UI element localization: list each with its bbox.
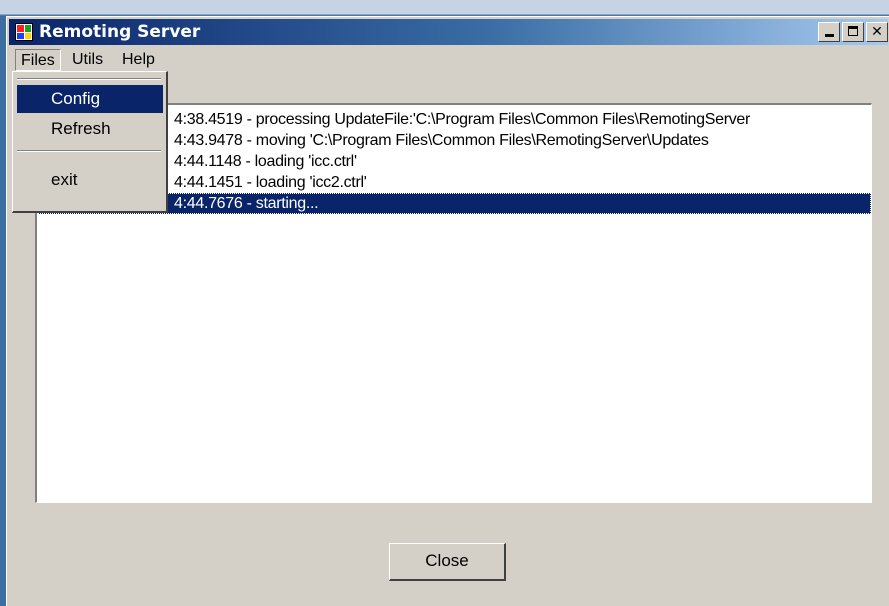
maximize-button[interactable] — [842, 22, 864, 42]
close-icon: ✕ — [871, 24, 883, 40]
menu-bar: Files Utils Help — [9, 47, 888, 73]
menu-item-config[interactable]: Config — [17, 85, 163, 113]
app-icon[interactable] — [15, 23, 33, 41]
menu-item-refresh[interactable]: Refresh — [17, 115, 163, 143]
window-controls: ✕ — [818, 22, 888, 42]
desktop: Remoting Server ✕ Files Utils Help 4:38.… — [0, 0, 889, 606]
menu-files[interactable]: Files — [15, 49, 61, 71]
maximize-icon — [848, 26, 858, 36]
menu-separator — [17, 150, 161, 152]
close-button[interactable]: Close — [389, 543, 506, 581]
minimize-button[interactable] — [818, 22, 840, 42]
menu-separator — [17, 78, 161, 80]
menu-help[interactable]: Help — [117, 49, 160, 71]
menu-utils[interactable]: Utils — [67, 49, 108, 71]
title-bar[interactable]: Remoting Server ✕ — [9, 19, 888, 45]
files-dropdown-menu: Config Refresh exit — [12, 71, 168, 213]
window-title: Remoting Server — [39, 22, 201, 42]
background-window-strip — [0, 0, 889, 15]
minimize-icon — [825, 34, 834, 37]
close-window-button[interactable]: ✕ — [866, 22, 888, 42]
menu-item-exit[interactable]: exit — [17, 166, 163, 194]
